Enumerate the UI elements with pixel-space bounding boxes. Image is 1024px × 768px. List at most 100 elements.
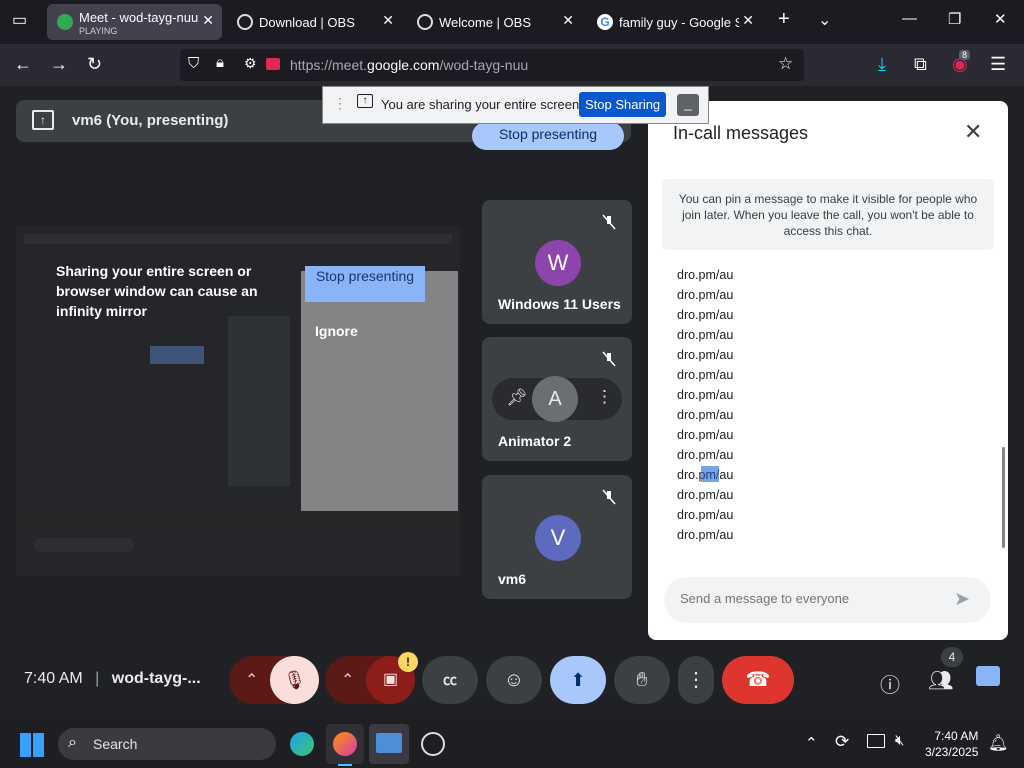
tab-meet[interactable]: Meet - wod-tayg-nuu PLAYING ✕ bbox=[47, 4, 222, 40]
mic-off-icon bbox=[602, 489, 616, 510]
browser-tab-bar: ▭ Meet - wod-tayg-nuu PLAYING ✕ Download… bbox=[0, 0, 1024, 44]
google-favicon-icon: G bbox=[597, 14, 613, 30]
chat-message[interactable]: dro.pm/au bbox=[677, 365, 733, 385]
chat-icon[interactable] bbox=[976, 666, 1000, 686]
participant-tile[interactable]: 📌︎ A ⋮ Animator 2 bbox=[482, 337, 632, 461]
stop-sharing-button[interactable]: Stop Sharing bbox=[579, 92, 667, 117]
downloads-icon[interactable]: ⤓ bbox=[878, 54, 886, 75]
volume-muted-icon[interactable]: 🔇︎ bbox=[895, 732, 904, 749]
meeting-details-info-icon[interactable]: ⓘ bbox=[880, 669, 900, 698]
close-chat-icon[interactable]: ✕ bbox=[964, 119, 982, 145]
participant-name: vm6 bbox=[498, 571, 527, 587]
obs-icon[interactable] bbox=[421, 732, 445, 756]
drag-handle-icon[interactable]: ⋮ bbox=[333, 95, 347, 112]
display-icon[interactable] bbox=[867, 734, 885, 748]
chat-message[interactable]: dro.pm/au bbox=[677, 265, 733, 285]
mirror-ignore-button[interactable]: Ignore bbox=[315, 323, 358, 339]
bookmark-star-icon[interactable]: ☆ bbox=[778, 54, 793, 74]
mirror-stop-presenting-button[interactable]: Stop presenting bbox=[305, 266, 425, 302]
chat-message[interactable]: dro.pm/au bbox=[677, 325, 733, 345]
send-message-input[interactable] bbox=[680, 591, 940, 606]
share-banner-message: You are sharing your entire screen. bbox=[381, 97, 583, 112]
photos-icon bbox=[376, 733, 402, 753]
chat-message[interactable]: dro.pm/au bbox=[677, 345, 733, 365]
chat-message[interactable]: dro.pm/au bbox=[677, 505, 733, 525]
list-tabs-chevron-icon[interactable]: ⌄ bbox=[818, 10, 831, 30]
close-tab-icon[interactable]: ✕ bbox=[742, 12, 754, 29]
tab-download-obs[interactable]: Download | OBS ✕ bbox=[227, 4, 402, 40]
reload-icon[interactable]: ↻ bbox=[87, 54, 102, 75]
message-composer: ➤ bbox=[664, 577, 991, 623]
tab-title: Download | OBS bbox=[259, 15, 355, 30]
meeting-time: 7:40 AM bbox=[24, 670, 83, 687]
chat-message[interactable]: dro.pm/au bbox=[677, 445, 733, 465]
present-now-button[interactable]: ⬆ bbox=[550, 656, 606, 704]
stop-presenting-button[interactable]: Stop presenting bbox=[472, 122, 624, 150]
maximize-icon[interactable]: ❐ bbox=[948, 10, 961, 28]
system-time: 7:40 AM bbox=[934, 729, 979, 743]
shield-icon[interactable]: ⛉ bbox=[188, 55, 199, 72]
audio-control-group: ⌃ 🎙︎ bbox=[229, 656, 319, 704]
extensions-icon[interactable]: ⧉ bbox=[914, 54, 927, 75]
more-options-button[interactable]: ⋮ bbox=[678, 656, 714, 704]
chat-message[interactable]: dro.pm/au bbox=[677, 305, 733, 325]
active-app-indicator bbox=[338, 764, 352, 766]
tab-welcome-obs[interactable]: Welcome | OBS ✕ bbox=[407, 4, 582, 40]
lock-icon[interactable]: 🔒︎ bbox=[216, 54, 224, 71]
start-windows-icon[interactable] bbox=[20, 733, 44, 757]
pin-notice: You can pin a message to make it visible… bbox=[662, 179, 994, 250]
menu-hamburger-icon[interactable]: ☰ bbox=[990, 54, 1006, 75]
show-hidden-icons-chevron-icon[interactable]: ⌃ bbox=[805, 734, 818, 752]
tab-overview-icon[interactable]: ▭ bbox=[12, 10, 27, 30]
notifications-bell-icon[interactable]: 🔔︎ bbox=[988, 733, 1008, 753]
system-clock[interactable]: 7:40 AM 3/23/2025 bbox=[925, 728, 978, 760]
new-tab-icon[interactable]: + bbox=[778, 8, 790, 31]
captions-button[interactable]: ㏄ bbox=[422, 656, 478, 704]
text-selection-highlight bbox=[701, 466, 719, 482]
firefox-icon bbox=[333, 732, 357, 756]
tab-google-search[interactable]: G family guy - Google Se ✕ bbox=[587, 4, 762, 40]
browser-nav-bar: ← → ↻ ⛉ 🔒︎ ⚙ https://meet.google.com/wod… bbox=[0, 44, 1024, 86]
extension-badge: 8 bbox=[959, 50, 971, 60]
audio-options-chevron-icon[interactable]: ⌃ bbox=[245, 670, 258, 690]
url-bar[interactable]: ⛉ 🔒︎ ⚙ https://meet.google.com/wod-tayg-… bbox=[180, 49, 804, 81]
url-text[interactable]: https://meet.google.com/wod-tayg-nuu bbox=[290, 57, 528, 73]
mic-off-icon bbox=[602, 214, 616, 235]
leave-call-button[interactable]: ☎︎ bbox=[722, 656, 794, 704]
permissions-icon[interactable]: ⚙ bbox=[244, 55, 257, 72]
mic-off-button[interactable]: 🎙︎ bbox=[270, 656, 319, 704]
people-icon[interactable]: 👥︎ bbox=[928, 668, 953, 693]
presenting-label: vm6 (You, presenting) bbox=[72, 112, 229, 129]
forward-arrow-icon[interactable]: → bbox=[50, 54, 68, 75]
in-call-messages-panel: In-call messages ✕ You can pin a message… bbox=[648, 101, 1008, 640]
emoji-reaction-button[interactable]: ☺ bbox=[486, 656, 542, 704]
share-screen-icon: ↑ bbox=[357, 94, 373, 108]
chat-message[interactable]: dro.pm/au bbox=[677, 485, 733, 505]
chat-message[interactable]: dro.pm/au bbox=[677, 285, 733, 305]
close-tab-icon[interactable]: ✕ bbox=[562, 12, 574, 29]
chat-scrollbar[interactable] bbox=[1002, 447, 1005, 548]
video-options-chevron-icon[interactable]: ⌃ bbox=[341, 670, 354, 690]
chat-message[interactable]: dro.pm/au bbox=[677, 425, 733, 445]
pin-icon[interactable]: 📌︎ bbox=[506, 388, 528, 408]
chat-message[interactable]: dro.pm/au bbox=[677, 525, 733, 545]
close-window-icon[interactable]: ✕ bbox=[994, 10, 1007, 28]
participant-tile[interactable]: V vm6 bbox=[482, 475, 632, 599]
raise-hand-button[interactable]: ✋︎ bbox=[614, 656, 670, 704]
minimize-icon[interactable]: — bbox=[902, 10, 917, 27]
chat-title: In-call messages bbox=[673, 123, 809, 143]
back-arrow-icon[interactable]: ← bbox=[14, 54, 32, 75]
participant-name: Windows 11 Users bbox=[498, 296, 621, 312]
close-tab-icon[interactable]: ✕ bbox=[202, 12, 214, 29]
chat-message[interactable]: dro.pm/au bbox=[677, 405, 733, 425]
close-tab-icon[interactable]: ✕ bbox=[382, 12, 394, 29]
minimize-banner-button[interactable]: _ bbox=[677, 94, 699, 116]
taskbar-search[interactable]: ⌕ Search bbox=[58, 728, 276, 760]
more-options-icon[interactable]: ⋮ bbox=[596, 387, 613, 407]
screen-share-indicator-icon[interactable] bbox=[266, 58, 280, 70]
send-icon[interactable]: ➤ bbox=[954, 588, 970, 611]
sync-icon[interactable]: ⟳ bbox=[835, 732, 849, 752]
edge-icon[interactable] bbox=[290, 732, 314, 756]
chat-message[interactable]: dro.pm/au bbox=[677, 385, 733, 405]
participant-tile[interactable]: W Windows 11 Users bbox=[482, 200, 632, 324]
